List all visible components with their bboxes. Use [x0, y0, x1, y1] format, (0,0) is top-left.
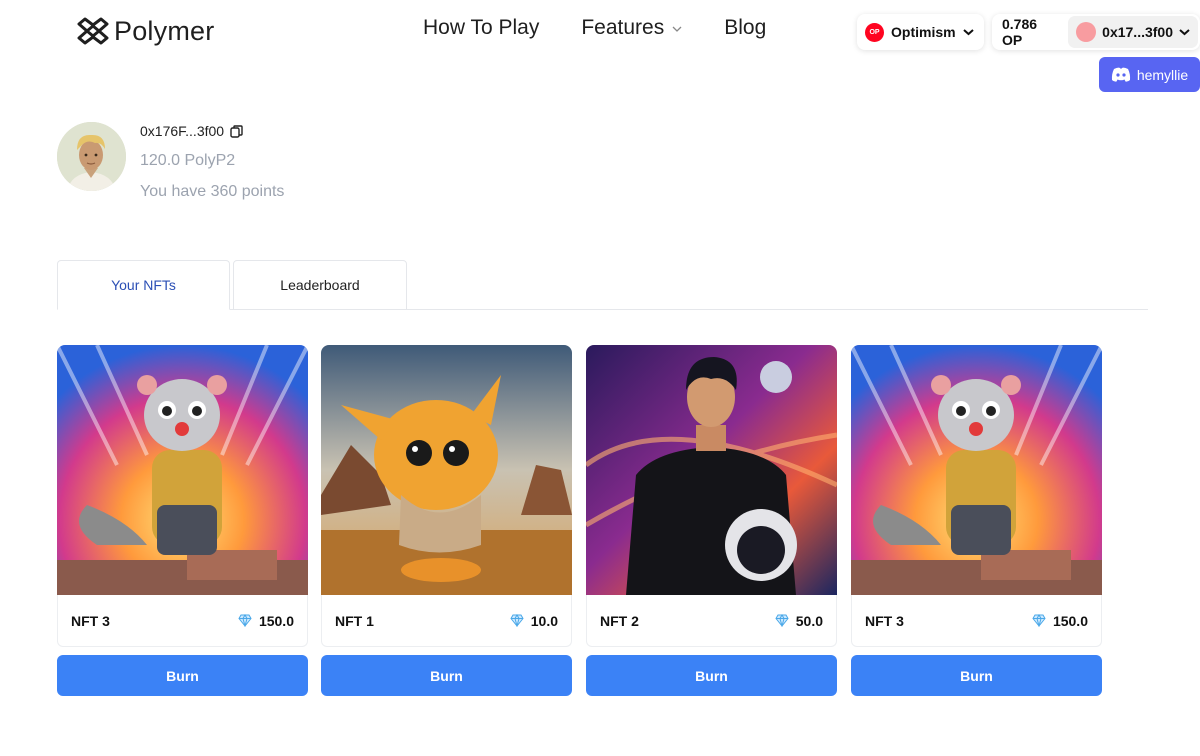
optimism-icon: OP: [865, 22, 884, 42]
nav-how-to-play[interactable]: How To Play: [423, 16, 539, 40]
nft-price: 50.0: [775, 613, 823, 629]
nft-info: NFT 2 50.0: [586, 595, 837, 647]
wallet-balance: 0.786 OP: [1002, 16, 1038, 48]
nft-card: NFT 3 150.0 Burn: [851, 345, 1102, 696]
profile-address-row: 0x176F...3f00: [140, 123, 243, 139]
nft-image[interactable]: [586, 345, 837, 595]
burn-button[interactable]: Burn: [321, 655, 572, 696]
nft-info: NFT 1 10.0: [321, 595, 572, 647]
astronaut-artwork-icon: [586, 345, 837, 595]
nft-value: 150.0: [1052, 612, 1088, 629]
nft-card: NFT 3 150.0 Burn: [57, 345, 308, 696]
copy-icon[interactable]: [230, 124, 243, 138]
nav-blog[interactable]: Blog: [724, 16, 766, 40]
diamond-icon: [510, 614, 524, 627]
chevron-down-icon: [962, 29, 974, 36]
nft-info: NFT 3 150.0: [57, 595, 308, 647]
polymer-logo-icon: [77, 17, 109, 45]
nft-name: NFT 1: [335, 612, 374, 629]
profile-points: You have 360 points: [140, 183, 285, 200]
brand-name: Polymer: [114, 15, 215, 46]
burn-button[interactable]: Burn: [851, 655, 1102, 696]
diamond-icon: [1032, 614, 1046, 627]
weasel-artwork-icon: [57, 345, 308, 595]
nft-name: NFT 2: [600, 612, 639, 629]
diamond-icon: [775, 614, 789, 627]
network-name: Optimism: [891, 24, 956, 40]
diamond-icon: [238, 614, 252, 627]
nft-card: NFT 2 50.0 Burn: [586, 345, 837, 696]
weasel-artwork-icon: [851, 345, 1102, 595]
nft-name: NFT 3: [865, 612, 904, 629]
account-avatar-icon: [1076, 22, 1097, 42]
nft-value: 50.0: [795, 612, 823, 629]
account-address: 0x17...3f00: [1102, 24, 1173, 40]
nft-info: NFT 3 150.0: [851, 595, 1102, 647]
burn-button[interactable]: Burn: [586, 655, 837, 696]
tab-your-nfts[interactable]: Your NFTs: [57, 260, 230, 310]
nft-image[interactable]: [851, 345, 1102, 595]
nft-price: 10.0: [510, 613, 558, 629]
nft-price: 150.0: [238, 613, 294, 629]
burn-button[interactable]: Burn: [57, 655, 308, 696]
chevron-down-icon: [672, 26, 682, 32]
chevron-down-icon: [1179, 29, 1190, 36]
discord-username: hemyllie: [1136, 66, 1189, 83]
account-button[interactable]: 0x17...3f00: [1068, 16, 1198, 48]
tab-leaderboard[interactable]: Leaderboard: [233, 260, 407, 310]
nft-value: 10.0: [530, 612, 558, 629]
discord-account-button[interactable]: hemyllie: [1099, 57, 1200, 92]
nft-card: NFT 1 10.0 Burn: [321, 345, 572, 696]
nft-value: 150.0: [258, 612, 294, 629]
main-nav: How To Play Features Blog: [423, 16, 766, 40]
profile-address: 0x176F...3f00: [140, 123, 225, 139]
nft-image[interactable]: [321, 345, 572, 595]
fluffy-creature-artwork-icon: [321, 345, 572, 595]
user-avatar: [57, 122, 126, 191]
nav-features-label: Features: [581, 16, 665, 39]
discord-icon: [1111, 67, 1130, 82]
nft-image[interactable]: [57, 345, 308, 595]
profile-balance: 120.0 PolyP2: [140, 152, 236, 169]
brand-logo[interactable]: Polymer: [76, 14, 214, 48]
nav-features[interactable]: Features: [581, 16, 682, 40]
account-widget: 0.786 OP 0x17...3f00: [992, 14, 1200, 50]
user-portrait-icon: [57, 122, 126, 191]
nft-price: 150.0: [1032, 613, 1088, 629]
nft-name: NFT 3: [71, 612, 110, 629]
network-selector[interactable]: OP Optimism: [857, 14, 984, 50]
